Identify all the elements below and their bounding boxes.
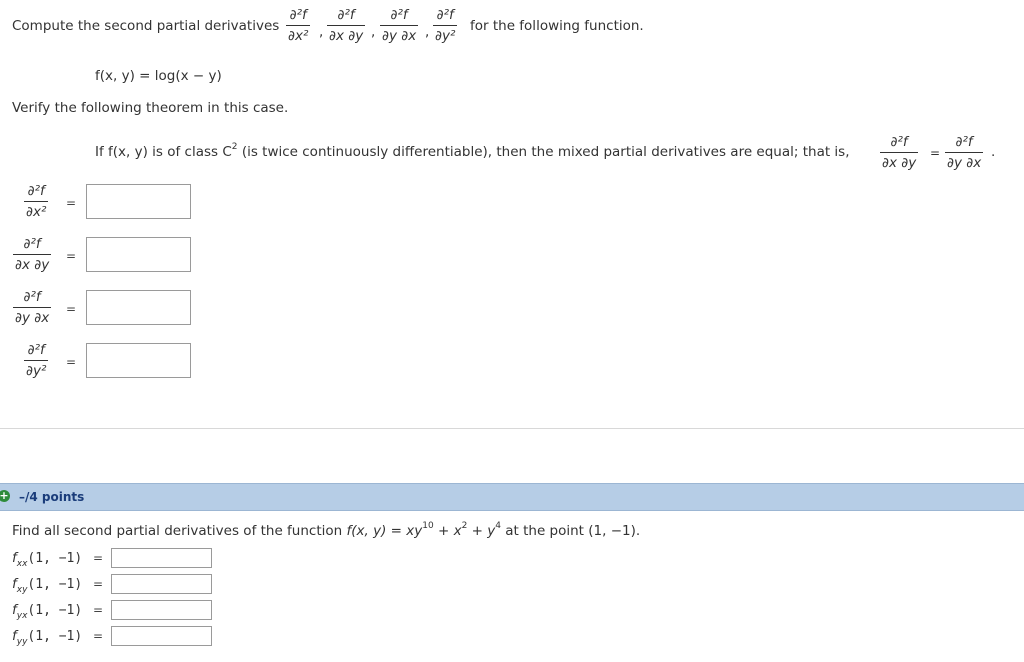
fraction-d2f-dy2: ∂²f ∂y²	[433, 7, 458, 44]
equals-sign: =	[93, 577, 104, 591]
function-definition: f(x, y) = log(x − y)	[95, 68, 222, 84]
equals-sign: =	[66, 249, 77, 263]
fraction-d2f-dydx: ∂²f ∂y ∂x	[380, 7, 419, 44]
fyx-input[interactable]	[111, 600, 212, 620]
answer-input-d2f-dx2[interactable]	[86, 184, 191, 219]
answer-label-d2f-dydx: ∂²f ∂y ∂x	[13, 289, 52, 326]
period: .	[991, 144, 996, 160]
answer-label-d2f-dy2: ∂²f ∂y²	[24, 342, 49, 379]
equals-sign: =	[66, 196, 77, 210]
fraction-d2f-dx2: ∂²f ∂x²	[286, 7, 311, 44]
intro-suffix: for the following function.	[470, 18, 644, 34]
equals-sign: =	[66, 355, 77, 369]
answer-input-d2f-dydx[interactable]	[86, 290, 191, 325]
answer-label-d2f-dxdy: ∂²f ∂x ∂y	[13, 236, 52, 273]
fraction-d2f-dxdy: ∂²f ∂x ∂y	[327, 7, 366, 44]
expand-plus-icon[interactable]: +	[0, 490, 10, 502]
equals-sign: =	[93, 629, 104, 643]
equals-sign: =	[93, 551, 104, 565]
verify-instruction: Verify the following theorem in this cas…	[12, 100, 289, 116]
comma: ,	[371, 24, 376, 40]
fyx-label: fyx(1, −1)	[12, 602, 83, 621]
equals-sign: =	[930, 146, 941, 160]
fyy-input[interactable]	[111, 626, 212, 646]
equals-sign: =	[66, 302, 77, 316]
points-label: –/4 points	[19, 490, 85, 504]
fxx-label: fxx(1, −1)	[12, 550, 83, 569]
fyy-label: fyy(1, −1)	[12, 628, 83, 647]
theorem-fraction-dydx: ∂²f ∂y ∂x	[945, 134, 984, 171]
theorem-text: If f(x, y) is of class C2 (is twice cont…	[95, 142, 850, 161]
fxy-input[interactable]	[111, 574, 212, 594]
comma: ,	[319, 24, 324, 40]
section-divider	[0, 428, 1024, 429]
theorem-fraction-dxdy: ∂²f ∂x ∂y	[880, 134, 919, 171]
fxy-label: fxy(1, −1)	[12, 576, 83, 595]
q2-prompt: Find all second partial derivatives of t…	[12, 521, 641, 540]
fxx-input[interactable]	[111, 548, 212, 568]
intro-prefix: Compute the second partial derivatives	[12, 18, 280, 34]
answer-input-d2f-dxdy[interactable]	[86, 237, 191, 272]
equals-sign: =	[93, 603, 104, 617]
answer-input-d2f-dy2[interactable]	[86, 343, 191, 378]
answer-label-d2f-dx2: ∂²f ∂x²	[24, 183, 49, 220]
question-header-bar: + –/4 points	[0, 483, 1024, 511]
comma: ,	[425, 24, 430, 40]
